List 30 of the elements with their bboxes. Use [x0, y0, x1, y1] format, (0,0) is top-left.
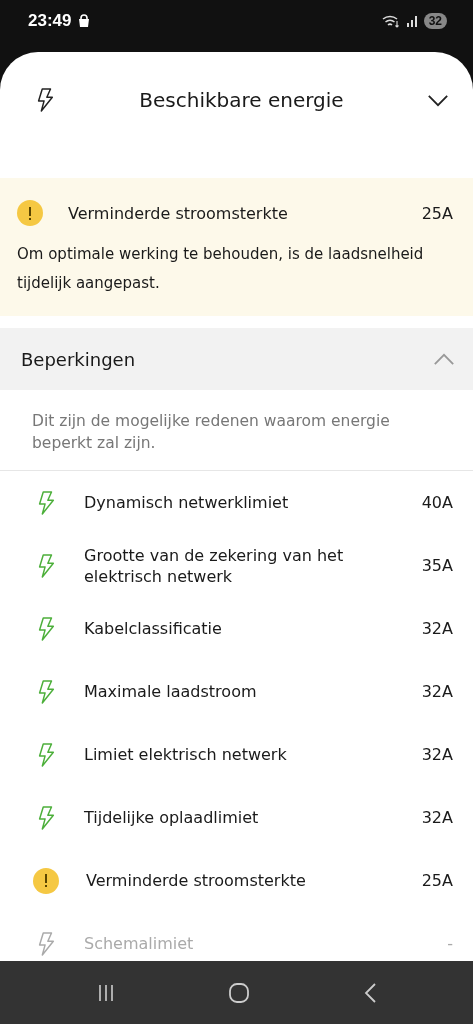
sheet-title: Beschikbare energie: [138, 88, 345, 112]
home-icon[interactable]: [228, 981, 251, 1004]
warning-icon: [17, 200, 43, 226]
collapse-button[interactable]: [427, 93, 449, 107]
alert-title: Verminderde stroomsterkte: [68, 203, 289, 223]
limit-label: Verminderde stroomsterkte: [86, 870, 307, 891]
limit-value: 32A: [421, 619, 453, 638]
limit-value: 32A: [421, 745, 453, 764]
back-icon[interactable]: [362, 981, 377, 1004]
limit-value: 25A: [421, 871, 453, 890]
limit-label: Dynamisch netwerklimiet: [84, 492, 290, 513]
limit-label: Maximale laadstroom: [84, 681, 258, 702]
limit-label: Schemalimiet: [84, 933, 195, 954]
limit-label: Tijdelijke oplaadlimiet: [84, 807, 260, 828]
limit-value: -: [447, 934, 453, 953]
section-header[interactable]: Beperkingen: [0, 328, 473, 390]
limit-value: 35A: [421, 556, 453, 575]
limit-value: 40A: [421, 493, 453, 512]
limit-label: Kabelclassificatie: [84, 618, 223, 639]
limit-value: 32A: [421, 808, 453, 827]
limit-value: 32A: [421, 682, 453, 701]
section-description: Dit zijn de mogelijke redenen waarom energie beperkt zal zijn.: [0, 390, 473, 471]
signal-icon: [405, 15, 418, 27]
alert-value: 25A: [421, 203, 453, 223]
battery-level: 32: [423, 13, 447, 29]
limit-label: Grootte van de zekering van het elektrisch netwerk: [84, 544, 345, 587]
alert-message: Om optimale werking te behouden, is de laadsnelheid tijdelijk aangepast.: [17, 244, 425, 294]
status-time: 23:49: [28, 11, 72, 31]
limit-label: Limiet elektrisch netwerk: [84, 744, 288, 765]
wifi-icon: [381, 14, 400, 28]
